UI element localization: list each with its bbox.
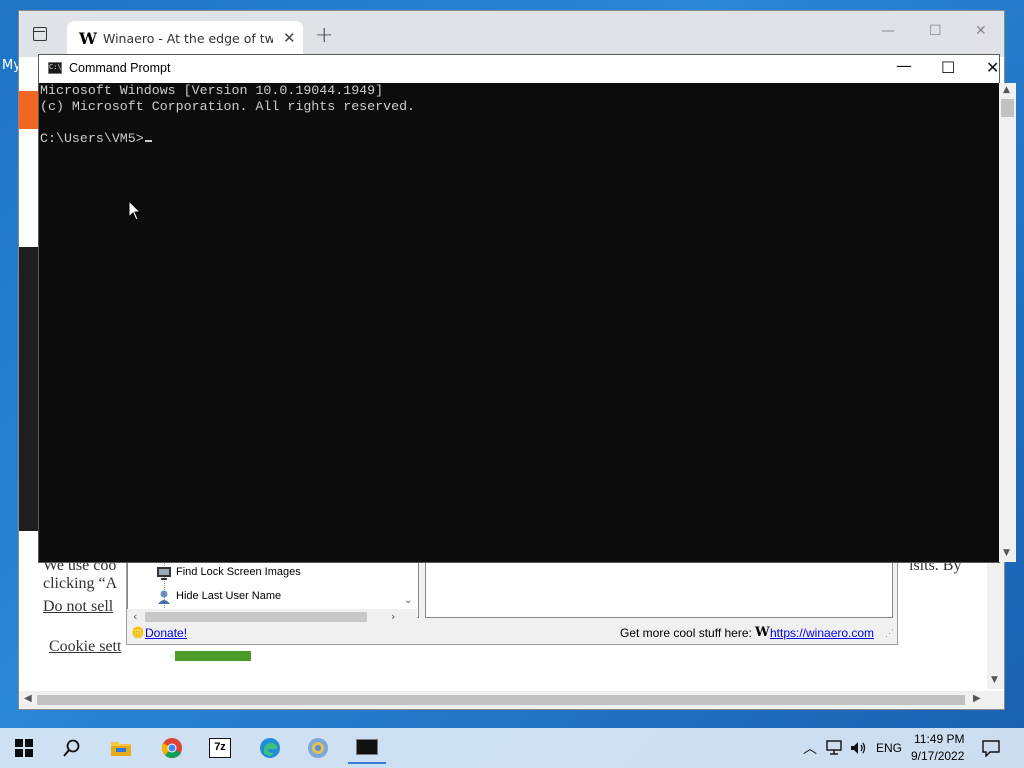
console-prompt: C:\Users\VM5> [40,131,144,146]
tab-bar: W Winaero - At the edge of tweaki ✕ + — … [19,11,1004,57]
command-prompt-window: C:\ Command Prompt — ☐ ✕ Microsoft Windo… [38,54,1016,563]
tree-item-label: Find Lock Screen Images [176,566,301,578]
site-dark-section [19,247,39,531]
browser-tab[interactable]: W Winaero - At the edge of tweaki ✕ [67,21,303,57]
cookie-notice-text-2: clicking “A [43,575,118,592]
browser-maximize-button[interactable]: ☐ [929,23,942,39]
winaero-favicon-icon: W [79,29,97,48]
cmd-maximize-button[interactable]: ☐ [941,58,955,77]
donate-icon: 🪙 [131,627,145,639]
page-horizontal-scrollbar[interactable]: ◀ ▶ [19,691,1004,709]
chromium-icon[interactable] [306,736,330,760]
tree-item[interactable]: Find Lock Screen Images [157,566,301,580]
do-not-sell-link[interactable]: Do not sell [43,598,113,616]
start-icon[interactable] [12,736,36,760]
tree-item-label: Hide Last User Name [176,590,282,602]
scroll-up-icon[interactable]: ▲ [1003,85,1010,95]
file-explorer-icon[interactable] [109,736,133,760]
user-icon [158,590,170,604]
scroll-thumb[interactable] [37,695,965,705]
scroll-down-icon[interactable]: ▼ [991,675,998,685]
accept-cookies-button[interactable] [175,651,251,661]
status-bar: 🪙 Donate! Get more cool stuff here: W ht… [127,622,897,644]
7zip-label: 7z [209,738,231,758]
scroll-right-icon[interactable]: ▶ [973,693,981,704]
cmd-minimize-button[interactable]: — [896,56,912,75]
cmd-close-button[interactable]: ✕ [986,58,999,77]
cmd-window-title: Command Prompt [69,61,171,75]
clock-time[interactable]: 11:49 PM [914,732,964,746]
language-indicator[interactable]: ENG [876,741,902,755]
close-tab-icon[interactable]: ✕ [283,29,296,47]
cmd-vertical-scrollbar[interactable]: ▲ ▼ [999,83,1016,562]
donate-link[interactable]: Donate! [145,626,187,640]
resize-grip-icon[interactable]: ⋰ [885,628,894,639]
show-hidden-icons-chevron-icon[interactable]: ︿ [803,738,817,758]
console-line: (c) Microsoft Corporation. All rights re… [40,99,416,114]
tree-scroll-down-icon[interactable]: ⌄ [404,595,412,606]
7zip-icon[interactable]: 7z [208,736,232,760]
scroll-thumb[interactable] [1001,99,1014,117]
chrome-icon[interactable] [160,736,184,760]
scroll-left-icon[interactable]: ◀ [24,693,32,704]
mouse-pointer-icon [128,200,142,221]
more-stuff-text: Get more cool stuff here: [620,626,752,640]
tab-title: Winaero - At the edge of tweaki [103,31,273,46]
browser-minimize-button[interactable]: — [881,23,895,39]
volume-icon[interactable] [850,740,868,756]
scroll-down-icon[interactable]: ▼ [1003,548,1010,558]
cmd-icon [356,739,378,755]
site-header-strip [19,91,39,129]
console-prompt-line: C:\Users\VM5> [40,131,415,147]
clock-date[interactable]: 9/17/2022 [911,749,964,763]
taskbar: 7z ︿ ENG 11:49 PM 9/17/2022 [0,728,1024,768]
tree-item[interactable]: Hide Last User Name [158,590,282,604]
edge-icon[interactable] [258,736,282,760]
network-icon[interactable] [826,740,844,756]
cmd-taskbar-button[interactable] [348,732,386,764]
console-output[interactable]: Microsoft Windows [Version 10.0.19044.19… [39,83,415,147]
tab-actions-icon[interactable] [33,27,47,41]
cmd-title-bar[interactable]: C:\ Command Prompt — ☐ ✕ [39,55,999,83]
new-tab-button[interactable]: + [315,23,333,48]
monitor-icon [157,567,171,580]
cookie-settings-link[interactable]: Cookie sett [49,638,121,656]
text-cursor [144,140,152,142]
winaero-logo-icon: W [755,625,770,640]
console-line: Microsoft Windows [Version 10.0.19044.19… [40,83,384,98]
notifications-icon[interactable] [982,739,1000,757]
browser-close-button[interactable]: ✕ [975,23,987,39]
search-icon[interactable] [60,736,84,760]
cmd-window-icon: C:\ [48,62,62,74]
winaero-url-link[interactable]: https://winaero.com [770,626,874,640]
